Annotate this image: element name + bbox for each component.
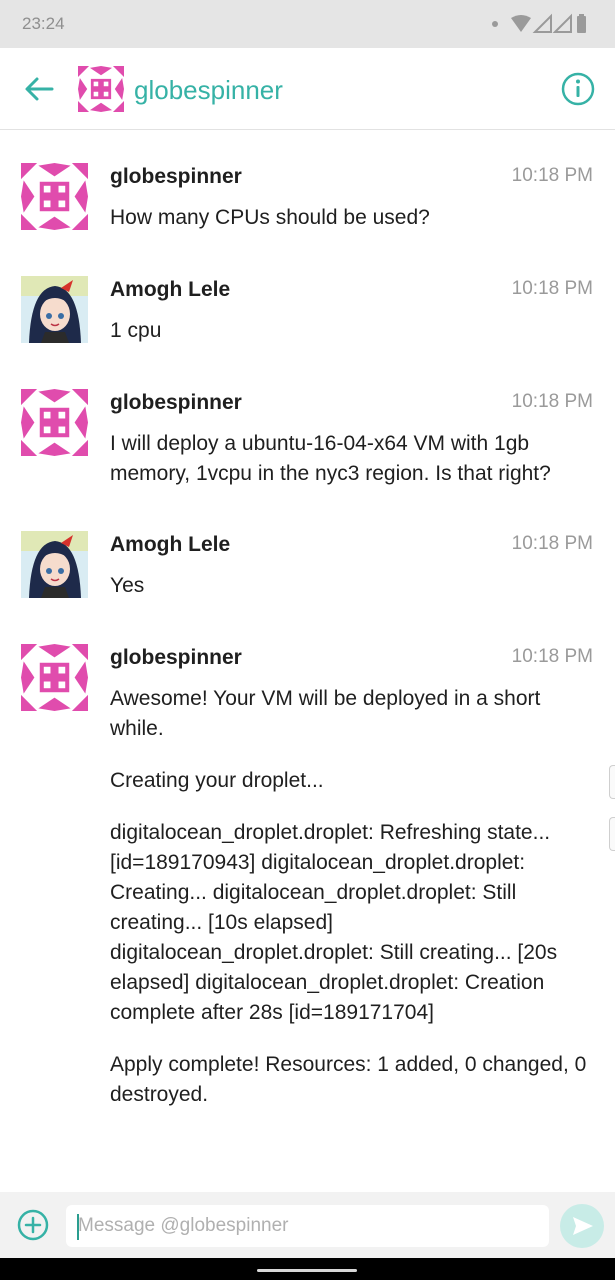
plus-circle-icon[interactable]: [16, 1208, 50, 1242]
send-button[interactable]: [560, 1204, 604, 1248]
identicon-avatar[interactable]: [21, 163, 88, 230]
message-item: globespinner 10:18 PM I will deploy a ub…: [0, 389, 615, 499]
message-input[interactable]: [66, 1205, 549, 1247]
message-body: Awesome! Your VM will be deployed in a s…: [110, 684, 590, 1110]
battery-icon: [577, 16, 586, 33]
message-author[interactable]: Amogh Lele: [110, 533, 230, 557]
system-nav-bar: [0, 1258, 615, 1280]
message-body: I will deploy a ubuntu-16-04-x64 VM with…: [110, 429, 590, 489]
text-cursor: [77, 1214, 79, 1240]
notification-dot-icon: [492, 21, 498, 27]
message-text: I will deploy a ubuntu-16-04-x64 VM with…: [110, 432, 551, 485]
chat-header: globespinner: [0, 48, 615, 130]
channel-avatar[interactable]: [78, 66, 124, 112]
message-item: Amogh Lele 10:18 PM Yes: [0, 531, 615, 611]
wifi-icon: [511, 15, 531, 32]
message-time: 10:18 PM: [511, 278, 593, 299]
signal-icon: [532, 13, 552, 33]
message-text: Creating your droplet...: [110, 769, 324, 792]
status-time: 23:24: [22, 14, 65, 33]
message-author[interactable]: Amogh Lele: [110, 278, 230, 302]
message-time: 10:18 PM: [511, 533, 593, 554]
edge-panel-handle[interactable]: [609, 817, 615, 851]
send-icon: [573, 1217, 593, 1235]
info-icon[interactable]: [559, 70, 597, 108]
status-bar: 23:24: [0, 0, 615, 48]
message-time: 10:18 PM: [511, 391, 593, 412]
message-author[interactable]: globespinner: [110, 646, 242, 670]
identicon-avatar[interactable]: [21, 389, 88, 456]
channel-title[interactable]: globespinner: [134, 75, 283, 106]
message-item: globespinner 10:18 PM Awesome! Your VM w…: [0, 644, 615, 1192]
signal-icon-2: [552, 13, 572, 33]
message-body: 1 cpu: [110, 316, 590, 346]
message-body: How many CPUs should be used?: [110, 203, 590, 233]
home-handle[interactable]: [257, 1269, 357, 1272]
message-composer: [0, 1192, 615, 1258]
message-list[interactable]: globespinner 10:18 PM How many CPUs shou…: [0, 131, 615, 1192]
back-arrow-icon[interactable]: [20, 70, 58, 108]
message-text: Awesome! Your VM will be deployed in a s…: [110, 687, 541, 740]
message-author[interactable]: globespinner: [110, 391, 242, 415]
message-item: globespinner 10:18 PM How many CPUs shou…: [0, 163, 615, 243]
user-avatar[interactable]: [21, 531, 88, 598]
message-text: 1 cpu: [110, 319, 162, 342]
message-item: Amogh Lele 10:18 PM 1 cpu: [0, 276, 615, 356]
message-text: Apply complete! Resources: 1 added, 0 ch…: [110, 1053, 587, 1106]
status-icons: [492, 13, 586, 33]
message-time: 10:18 PM: [511, 646, 593, 667]
edge-panel-handle[interactable]: [609, 765, 615, 799]
message-text: How many CPUs should be used?: [110, 206, 430, 229]
message-time: 10:18 PM: [511, 165, 593, 186]
message-body: Yes: [110, 571, 590, 601]
message-text: Yes: [110, 574, 145, 597]
identicon-avatar[interactable]: [21, 644, 88, 711]
message-author[interactable]: globespinner: [110, 165, 242, 189]
message-text: digitalocean_droplet.droplet: Refreshing…: [110, 821, 558, 1024]
user-avatar[interactable]: [21, 276, 88, 343]
